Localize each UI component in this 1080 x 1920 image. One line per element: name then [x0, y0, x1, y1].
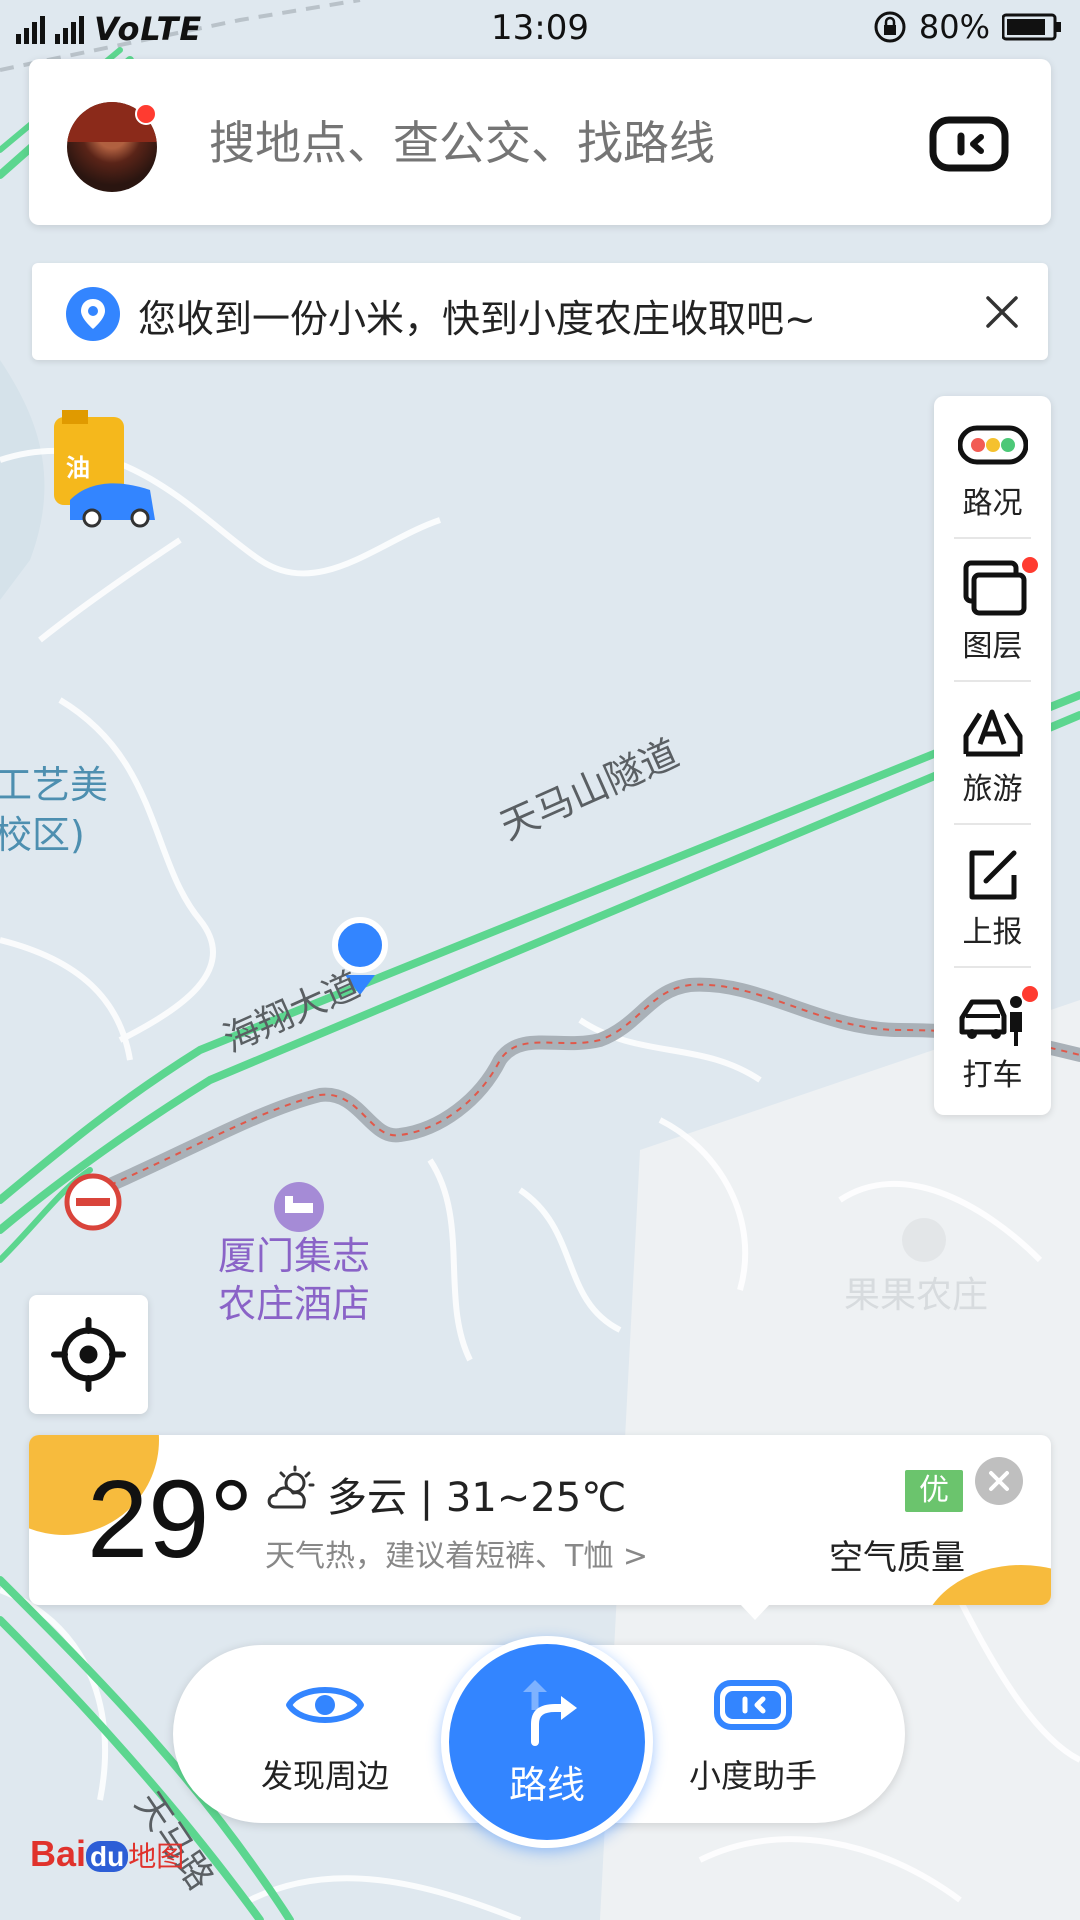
baidu-map-logo: Bai du 地图 — [30, 1833, 185, 1874]
taxi-badge-dot — [1020, 984, 1040, 1004]
close-icon — [989, 1471, 1009, 1491]
avatar-notification-dot — [135, 103, 157, 125]
no-entry-icon — [64, 1173, 122, 1231]
weather-temperature: 29° — [87, 1458, 254, 1581]
weather-card-pointer — [740, 1604, 770, 1620]
search-card — [29, 59, 1051, 225]
location-pin-icon — [66, 287, 120, 341]
assistant-robot-icon — [714, 1680, 792, 1730]
eye-icon — [286, 1687, 364, 1723]
weather-advice-link[interactable]: 天气热，建议着短裤、T恤 > — [265, 1531, 648, 1575]
map-label-farm[interactable]: 果果农庄 — [844, 1266, 988, 1318]
nav-discover-button[interactable]: 发现周边 — [225, 1645, 425, 1823]
locate-button[interactable] — [29, 1295, 148, 1414]
map-tools-panel: 路况 图层 旅游 上报 打车 — [934, 396, 1051, 1115]
tool-traffic[interactable]: 路况 — [934, 396, 1051, 539]
tool-traffic-label: 路况 — [962, 486, 1023, 521]
traffic-light-icon — [958, 425, 1028, 465]
tool-travel[interactable]: 旅游 — [934, 682, 1051, 825]
route-button[interactable]: 路线 — [441, 1636, 653, 1848]
map-label-school: 工艺美 校区) — [0, 763, 109, 857]
tool-taxi[interactable]: 打车 — [934, 968, 1051, 1111]
tool-layers-label: 图层 — [962, 629, 1023, 664]
hotel-poi-icon — [274, 1182, 324, 1232]
taxi-icon — [959, 996, 1022, 1046]
weather-summary: 多云 | 31~25℃ — [327, 1475, 627, 1521]
weather-close-button[interactable] — [975, 1457, 1023, 1505]
tool-report-label: 上报 — [962, 915, 1023, 950]
voice-assistant-icon[interactable] — [929, 114, 1009, 174]
rotation-lock-icon — [874, 11, 906, 43]
close-icon[interactable] — [982, 292, 1022, 332]
tool-travel-label: 旅游 — [962, 772, 1023, 807]
air-quality-badge: 优 — [905, 1470, 963, 1512]
layers-badge-dot — [1020, 555, 1040, 575]
battery-icon — [1002, 13, 1061, 41]
locate-crosshair-icon — [51, 1317, 126, 1392]
route-arrow-icon — [523, 1680, 577, 1746]
weather-card[interactable]: 29° 多云 | 31~25℃ 天气热，建议着短裤、T恤 > 优 空气质量 — [29, 1435, 1051, 1605]
battery-percent: 80% — [918, 8, 990, 46]
tool-taxi-label: 打车 — [962, 1058, 1023, 1093]
map-label-fuel: 油 — [66, 454, 90, 482]
partly-cloudy-icon — [267, 1465, 315, 1509]
status-bar: VoLTE 13:09 80% — [0, 0, 1080, 56]
map-label-hotel[interactable]: 厦门集志 农庄酒店 — [218, 1232, 370, 1328]
search-input[interactable] — [207, 109, 831, 177]
air-quality-label: 空气质量 — [829, 1538, 965, 1578]
travel-icon — [963, 709, 1023, 757]
tool-layers[interactable]: 图层 — [934, 539, 1051, 682]
layers-icon — [963, 560, 1027, 616]
tool-report[interactable]: 上报 — [934, 825, 1051, 968]
notice-banner[interactable]: 您收到一份小米，快到小度农庄收取吧~ — [32, 263, 1048, 360]
route-button-label: 路线 — [508, 1763, 585, 1807]
nav-assistant-label: 小度助手 — [688, 1757, 817, 1795]
notice-text: 您收到一份小米，快到小度农庄收取吧~ — [138, 297, 816, 341]
nav-assistant-button[interactable]: 小度助手 — [653, 1645, 853, 1823]
nav-discover-label: 发现周边 — [260, 1757, 389, 1795]
report-icon — [969, 850, 1017, 900]
